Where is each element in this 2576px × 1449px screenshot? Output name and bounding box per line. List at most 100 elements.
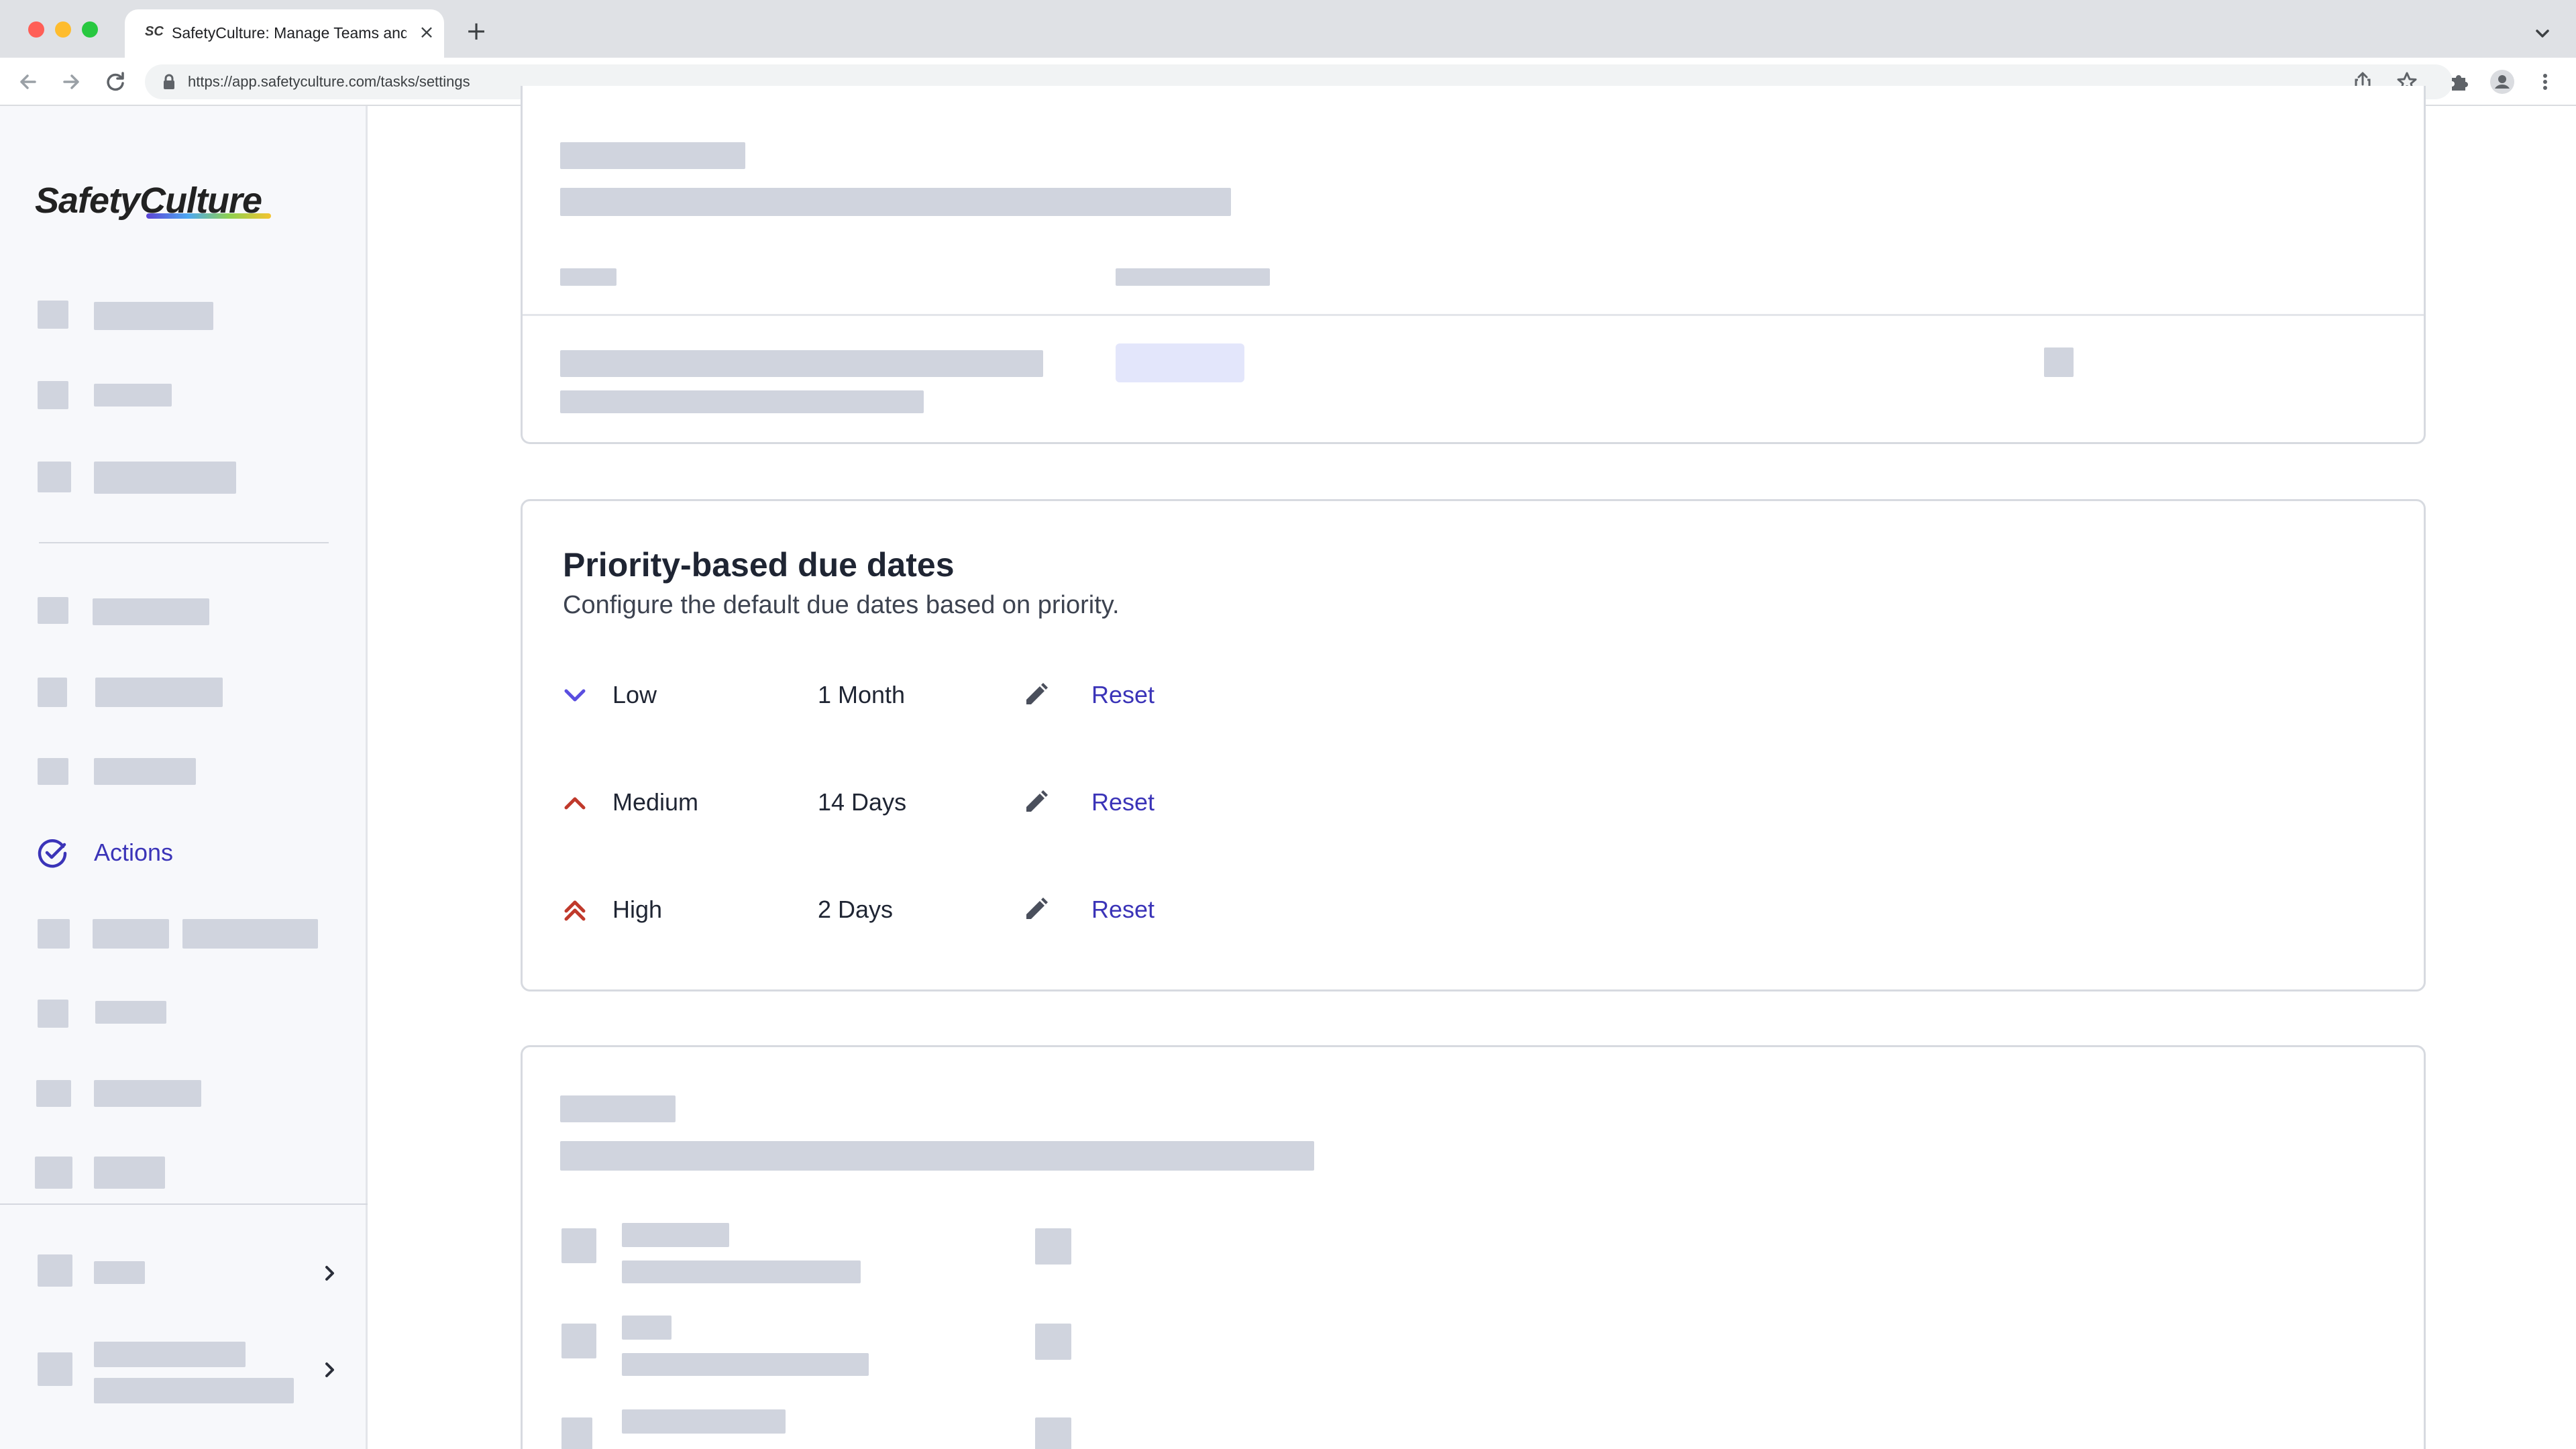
priority-row-low: Low 1 Month Reset	[523, 672, 1328, 718]
skeleton-action[interactable]	[1035, 1228, 1071, 1265]
nav-skeleton-label	[94, 462, 236, 494]
nav-skeleton-icon[interactable]	[38, 919, 70, 949]
nav-skeleton-label	[93, 919, 169, 949]
priority-label: High	[612, 896, 663, 923]
edit-pencil-icon[interactable]	[1020, 787, 1051, 818]
nav-skeleton-label	[93, 598, 209, 625]
lock-icon	[162, 74, 176, 90]
tab-strip: SC SafetyCulture: Manage Teams and ... ×…	[0, 0, 2576, 58]
nav-skeleton-label	[95, 1001, 166, 1024]
skeleton-description	[560, 188, 1231, 216]
skeleton-column-header	[1116, 268, 1270, 286]
nav-skeleton-icon[interactable]	[38, 301, 68, 329]
app-root: SafetyCulture Actions Priority-based due…	[0, 86, 2576, 1449]
browser-window: SC SafetyCulture: Manage Teams and ... ×…	[0, 0, 2576, 1449]
nav-skeleton-icon[interactable]	[38, 1254, 72, 1287]
zoom-window-button[interactable]	[82, 21, 98, 38]
nav-skeleton-label	[94, 1080, 201, 1107]
nav-skeleton-icon[interactable]	[36, 1080, 71, 1107]
due-date-value: 14 Days	[818, 788, 907, 816]
nav-skeleton-label	[182, 919, 318, 949]
nav-skeleton-label	[94, 758, 196, 785]
card-title: Priority-based due dates	[563, 546, 955, 584]
skeleton-cell	[560, 350, 1043, 377]
skeleton-label	[622, 1353, 869, 1376]
close-tab-icon[interactable]: ×	[415, 20, 439, 44]
skeleton-title	[560, 1095, 676, 1122]
nav-skeleton-label	[94, 302, 213, 330]
reset-link[interactable]: Reset	[1091, 788, 1155, 816]
close-window-button[interactable]	[28, 21, 44, 38]
nav-skeleton-label	[94, 1378, 294, 1403]
tab-search-icon[interactable]	[2529, 20, 2556, 47]
priority-due-dates-card: Priority-based due dates Configure the d…	[521, 499, 2426, 991]
priority-row-medium: Medium 14 Days Reset	[523, 779, 1328, 826]
priority-row-high: High 2 Days Reset	[523, 886, 1328, 933]
forward-icon[interactable]	[56, 67, 86, 97]
skeleton-checkbox[interactable]	[561, 1228, 596, 1263]
sidebar-item-actions[interactable]: Actions	[35, 829, 317, 876]
chevron-right-icon[interactable]	[318, 1261, 342, 1285]
nav-skeleton-icon[interactable]	[38, 1352, 72, 1386]
skeleton-column-header	[560, 268, 616, 286]
chevron-right-icon[interactable]	[318, 1358, 342, 1382]
settings-card-top	[521, 86, 2426, 444]
nav-skeleton-icon[interactable]	[38, 1000, 68, 1028]
skeleton-badge	[1116, 343, 1244, 382]
tab-title: SafetyCulture: Manage Teams and ...	[172, 24, 407, 42]
skeleton-checkbox[interactable]	[561, 1324, 596, 1358]
edit-pencil-icon[interactable]	[1020, 680, 1051, 710]
edit-pencil-icon[interactable]	[1020, 894, 1051, 925]
browser-menu-icon[interactable]	[2532, 68, 2559, 95]
nav-skeleton-icon[interactable]	[38, 758, 68, 785]
nav-skeleton-label	[94, 1342, 246, 1367]
settings-card-bottom	[521, 1045, 2426, 1449]
chevron-down-icon	[561, 682, 588, 709]
profile-avatar-icon[interactable]	[2489, 68, 2516, 95]
priority-label: Medium	[612, 788, 699, 816]
sidebar-item-label: Actions	[94, 839, 174, 866]
table-divider	[523, 314, 2424, 316]
priority-label: Low	[612, 681, 657, 708]
back-icon[interactable]	[13, 67, 43, 97]
nav-skeleton-icon[interactable]	[38, 597, 68, 624]
due-date-value: 1 Month	[818, 681, 906, 708]
nav-skeleton-label	[94, 1157, 165, 1189]
reset-link[interactable]: Reset	[1091, 896, 1155, 924]
skeleton-label	[622, 1260, 861, 1283]
reload-icon[interactable]	[101, 67, 130, 97]
logo-underline	[146, 213, 271, 219]
skeleton-description	[560, 1141, 1314, 1171]
double-chevron-up-icon	[561, 897, 588, 924]
skeleton-cell	[560, 390, 924, 413]
skeleton-label	[622, 1223, 729, 1247]
nav-skeleton-label	[94, 1261, 145, 1284]
due-date-value: 2 Days	[818, 896, 894, 923]
skeleton-title	[560, 142, 745, 169]
nav-skeleton-icon[interactable]	[38, 381, 68, 409]
minimize-window-button[interactable]	[55, 21, 71, 38]
nav-skeleton-icon[interactable]	[38, 462, 71, 492]
browser-tab[interactable]: SC SafetyCulture: Manage Teams and ... ×	[125, 9, 444, 58]
main-content: Priority-based due dates Configure the d…	[368, 86, 2576, 1449]
chevron-up-icon	[561, 790, 588, 816]
nav-skeleton-icon[interactable]	[35, 1157, 72, 1189]
skeleton-label	[622, 1316, 672, 1340]
favicon-icon: SC	[145, 24, 164, 39]
check-circle-icon	[36, 837, 68, 869]
nav-skeleton-label	[95, 678, 223, 707]
new-tab-button[interactable]: +	[463, 17, 490, 44]
nav-skeleton-icon[interactable]	[38, 678, 67, 707]
skeleton-action[interactable]	[1035, 1417, 1071, 1449]
reset-link[interactable]: Reset	[1091, 681, 1155, 709]
card-description: Configure the default due dates based on…	[563, 591, 1120, 619]
sidebar: SafetyCulture Actions	[0, 106, 368, 1449]
extensions-icon[interactable]	[2446, 68, 2473, 95]
sidebar-bottom-divider	[0, 1203, 368, 1205]
skeleton-checkbox[interactable]	[561, 1417, 592, 1449]
skeleton-action[interactable]	[2044, 347, 2074, 377]
url-text: https://app.safetyculture.com/tasks/sett…	[188, 73, 470, 90]
nav-skeleton-label	[94, 384, 172, 407]
sidebar-divider	[39, 542, 329, 543]
skeleton-action[interactable]	[1035, 1324, 1071, 1360]
